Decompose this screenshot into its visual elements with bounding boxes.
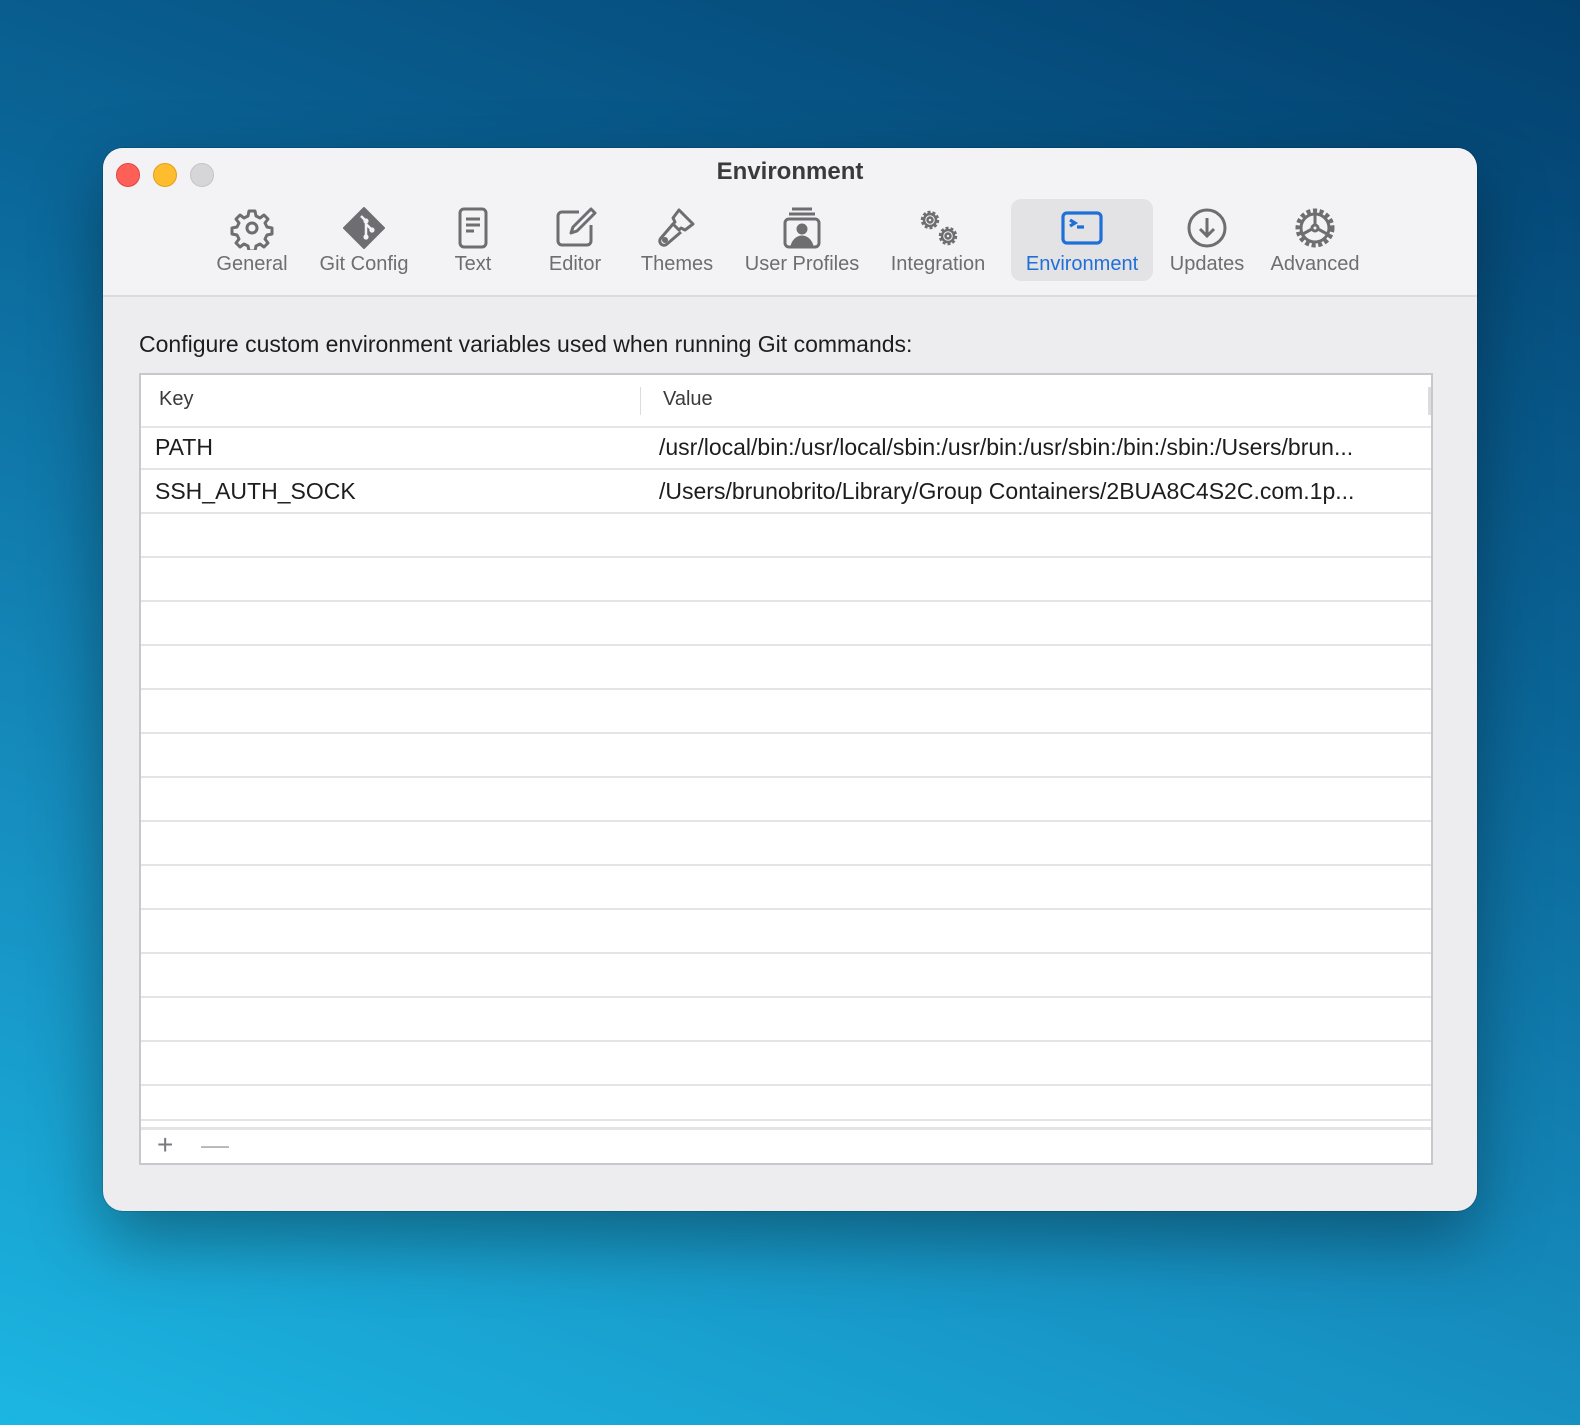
empty-row (141, 954, 1431, 998)
empty-row (141, 646, 1431, 690)
table-row[interactable]: SSH_AUTH_SOCK /Users/brunobrito/Library/… (141, 470, 1431, 514)
tab-editor[interactable]: Editor (531, 199, 619, 281)
download-icon (1184, 205, 1230, 251)
table-row[interactable]: PATH /usr/local/bin:/usr/local/sbin:/usr… (141, 426, 1431, 470)
tab-label: User Profiles (744, 253, 860, 275)
git-icon (341, 205, 387, 251)
empty-row (141, 690, 1431, 734)
empty-row (141, 1042, 1431, 1086)
document-icon (450, 205, 496, 251)
table-body: PATH /usr/local/bin:/usr/local/sbin:/usr… (141, 426, 1431, 1130)
preferences-toolbar: General Git Config Text Editor Themes Us… (103, 199, 1477, 283)
tab-updates[interactable]: Updates (1161, 199, 1253, 281)
paintbrush-icon (654, 205, 700, 251)
add-variable-button[interactable]: + (157, 1131, 173, 1159)
window-title: Environment (716, 158, 864, 185)
tab-label: Advanced (1270, 253, 1360, 275)
tab-label: Git Config (319, 253, 409, 275)
empty-row (141, 910, 1431, 954)
user-profiles-icon (779, 205, 825, 251)
gear-icon (229, 205, 275, 251)
empty-row (141, 822, 1431, 866)
empty-row (141, 866, 1431, 910)
tab-advanced[interactable]: Advanced (1263, 199, 1367, 281)
description-label: Configure custom environment variables u… (139, 331, 913, 357)
tab-label: General (216, 253, 288, 275)
tab-label: Environment (1025, 253, 1139, 275)
tab-label: Integration (890, 253, 986, 275)
column-header-value[interactable]: Value (663, 388, 713, 411)
terminal-icon (1059, 205, 1105, 251)
tab-user-profiles[interactable]: User Profiles (737, 199, 867, 281)
cell-key: PATH (155, 434, 213, 460)
tab-label: Updates (1169, 253, 1245, 275)
scrollbar[interactable] (1428, 387, 1431, 415)
empty-row (141, 998, 1431, 1042)
column-header-key[interactable]: Key (159, 388, 193, 411)
empty-row (141, 602, 1431, 646)
tab-label: Themes (640, 253, 714, 275)
cell-value: /usr/local/bin:/usr/local/sbin:/usr/bin:… (659, 434, 1354, 460)
empty-row (141, 558, 1431, 602)
gears-icon (915, 205, 961, 251)
table-header: Key Value (141, 375, 1431, 428)
tab-label: Text (454, 253, 492, 275)
remove-variable-button[interactable]: — (201, 1131, 229, 1159)
cell-key: SSH_AUTH_SOCK (155, 478, 356, 504)
empty-row (141, 778, 1431, 822)
tab-themes[interactable]: Themes (631, 199, 723, 281)
empty-row (141, 514, 1431, 558)
cell-value: /Users/brunobrito/Library/Group Containe… (659, 478, 1355, 504)
tab-label: Editor (548, 253, 602, 275)
tab-general[interactable]: General (203, 199, 301, 281)
edit-icon (552, 205, 598, 251)
column-divider[interactable] (640, 387, 641, 415)
advanced-gear-icon (1292, 205, 1338, 251)
environment-variables-table: Key Value PATH /usr/local/bin:/usr/local… (139, 373, 1433, 1165)
preferences-window: Environment General Git Config Text Edit… (103, 148, 1477, 1211)
tab-git-config[interactable]: Git Config (309, 199, 419, 281)
tab-text[interactable]: Text (435, 199, 511, 281)
tab-environment[interactable]: Environment (1011, 199, 1153, 281)
empty-row (141, 734, 1431, 778)
tab-integration[interactable]: Integration (881, 199, 995, 281)
titlebar: Environment General Git Config Text Edit… (103, 148, 1477, 297)
table-footer: + — (141, 1127, 1431, 1163)
